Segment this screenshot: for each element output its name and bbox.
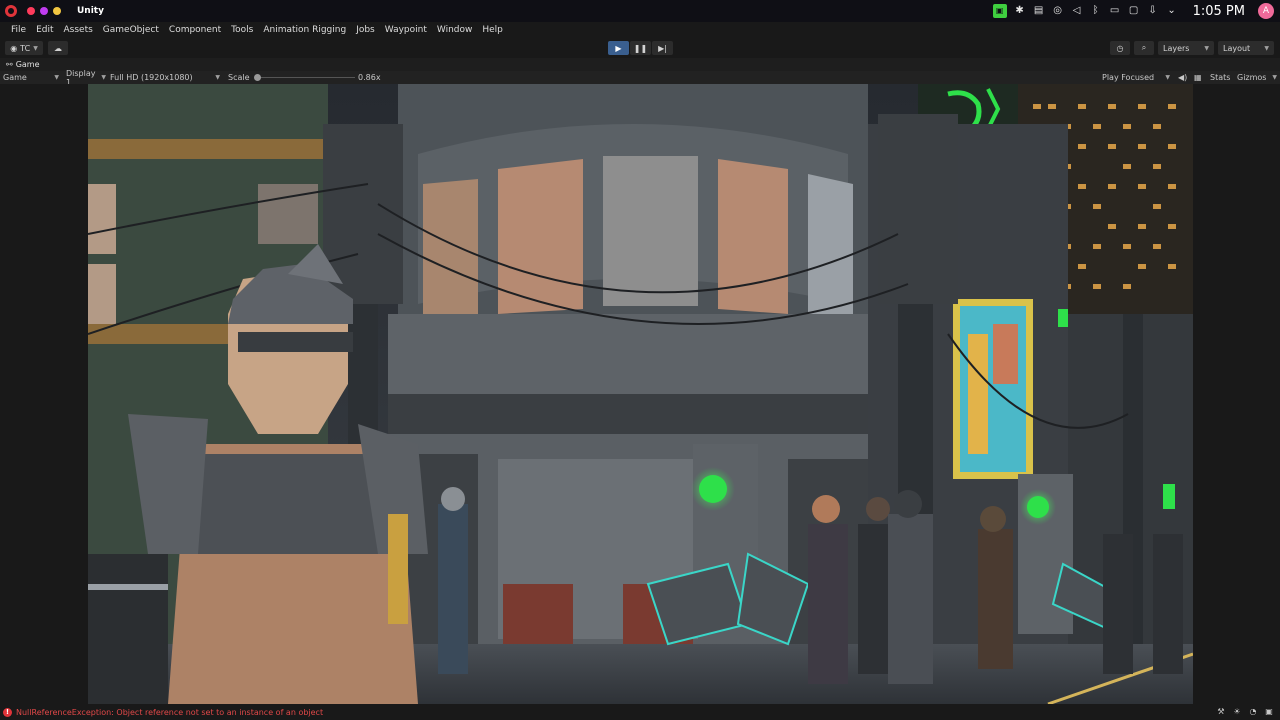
progress-icon[interactable]: ◔ <box>1248 707 1258 717</box>
chevron-down-icon: ▼ <box>1272 74 1277 81</box>
maximize-window-button[interactable] <box>40 7 48 15</box>
chevron-down-icon: ▼ <box>101 74 106 81</box>
chevron-down-icon: ▼ <box>215 74 220 81</box>
search-icon: ⌕ <box>1141 43 1147 52</box>
chevron-down-icon: ▼ <box>1204 44 1209 52</box>
toolbar-right: ◷ ⌕ Layers ▼ Layout ▼ <box>1110 41 1274 55</box>
steam-icon[interactable]: ✱ <box>1014 5 1026 17</box>
window-controls <box>27 7 61 15</box>
updates-icon[interactable]: ⇩ <box>1147 5 1159 17</box>
account-label: TC <box>20 43 31 53</box>
tray-expand-chevron-icon[interactable]: ⌄ <box>1166 5 1178 17</box>
console-error-message[interactable]: NullReferenceException: Object reference… <box>16 708 323 717</box>
account-icon: ◉ <box>10 43 18 53</box>
chevron-down-icon: ▼ <box>1264 44 1269 52</box>
clipboard-icon[interactable]: ▤ <box>1033 5 1045 17</box>
scale-slider-handle[interactable] <box>254 74 261 81</box>
system-tray: ▣ ✱ ▤ ◎ ◁ ᛒ ▭ ▢ ⇩ ⌄ 1:05 PM A <box>992 0 1280 22</box>
mute-audio-icon[interactable]: ◀) <box>1178 73 1187 82</box>
view-mode-dropdown[interactable]: Game ▼ <box>3 73 59 82</box>
play-icon: ▶ <box>615 43 622 53</box>
close-window-button[interactable] <box>27 7 35 15</box>
volume-icon[interactable]: ◁ <box>1071 5 1083 17</box>
layout-dropdown[interactable]: Layout ▼ <box>1218 41 1274 55</box>
menu-assets[interactable]: Assets <box>59 22 98 38</box>
window-title: Unity <box>77 6 104 16</box>
tab-game[interactable]: Game <box>16 60 40 69</box>
menu-edit[interactable]: Edit <box>31 22 58 38</box>
pause-icon: ❚❚ <box>633 43 648 53</box>
play-mode-label: Play Focused <box>1102 73 1155 82</box>
account-dropdown[interactable]: ◉ TC ▼ <box>5 41 43 55</box>
resolution-dropdown[interactable]: Full HD (1920x1080) ▼ <box>110 73 220 82</box>
step-icon: ▶| <box>658 43 667 53</box>
tray-app-icon[interactable]: ▣ <box>992 4 1007 18</box>
cloud-button[interactable]: ☁ <box>48 41 68 55</box>
pause-button[interactable]: ❚❚ <box>630 41 651 55</box>
layers-label: Layers <box>1163 43 1190 53</box>
title-bar: Unity ▣ ✱ ▤ ◎ ◁ ᛒ ▭ ▢ ⇩ ⌄ 1:05 PM A <box>0 0 1280 22</box>
display-icon[interactable]: ▢ <box>1128 5 1140 17</box>
vehicle <box>88 554 168 704</box>
user-avatar[interactable]: A <box>1258 3 1274 19</box>
menu-animation-rigging[interactable]: Animation Rigging <box>258 22 351 38</box>
gizmos-label: Gizmos <box>1237 73 1267 82</box>
scale-slider-track[interactable] <box>255 77 355 78</box>
menu-file[interactable]: File <box>6 22 31 38</box>
main-toolbar: ◉ TC ▼ ☁ ▶ ❚❚ ▶| ◷ ⌕ Layers ▼ Layout ▼ <box>0 38 1280 58</box>
distro-logo-icon[interactable] <box>5 5 17 17</box>
history-icon: ◷ <box>1116 43 1124 53</box>
menu-waypoint[interactable]: Waypoint <box>380 22 432 38</box>
game-scene <box>88 84 1193 704</box>
game-viewport[interactable] <box>88 84 1193 704</box>
play-mode-dropdown[interactable]: Play Focused ▼ <box>1102 73 1170 82</box>
system-clock[interactable]: 1:05 PM <box>1193 4 1245 19</box>
debug-mode-icon[interactable]: ⚒ <box>1216 707 1226 717</box>
game-view-controls: Game ▼ Display 1 ▼ Full HD (1920x1080) ▼… <box>0 69 1280 87</box>
menu-jobs[interactable]: Jobs <box>351 22 380 38</box>
play-controls: ▶ ❚❚ ▶| <box>608 41 673 55</box>
cloud-icon: ☁ <box>54 43 62 53</box>
bluetooth-icon[interactable]: ᛒ <box>1090 5 1102 17</box>
stats-button[interactable]: Stats <box>1210 73 1230 82</box>
notifications-icon[interactable]: ▣ <box>1264 707 1274 717</box>
search-button[interactable]: ⌕ <box>1134 41 1154 55</box>
layout-label: Layout <box>1223 43 1251 53</box>
menu-tools[interactable]: Tools <box>226 22 258 38</box>
gamepad-icon: ⚯ <box>6 60 13 69</box>
status-bar: ! NullReferenceException: Object referen… <box>0 704 1280 720</box>
minimize-window-button[interactable] <box>53 7 61 15</box>
view-mode-label: Game <box>3 73 27 82</box>
chevron-down-icon: ▼ <box>33 44 38 52</box>
chevron-down-icon: ▼ <box>54 74 59 81</box>
scale-label: Scale <box>228 73 250 82</box>
error-icon: ! <box>3 707 12 717</box>
play-button[interactable]: ▶ <box>608 41 629 55</box>
menu-gameobject[interactable]: GameObject <box>98 22 164 38</box>
menu-window[interactable]: Window <box>432 22 478 38</box>
chevron-down-icon: ▼ <box>1165 74 1170 81</box>
keyboard-shortcuts-icon[interactable]: ▦ <box>1194 73 1202 82</box>
menu-component[interactable]: Component <box>164 22 226 38</box>
status-icons: ⚒ ☀ ◔ ▣ <box>1216 707 1274 717</box>
gizmos-dropdown[interactable]: Gizmos ▼ <box>1237 73 1277 82</box>
undo-history-button[interactable]: ◷ <box>1110 41 1130 55</box>
resolution-label: Full HD (1920x1080) <box>110 73 193 82</box>
scale-value: 0.86x <box>358 73 381 82</box>
menu-bar: File Edit Assets GameObject Component To… <box>0 22 1280 38</box>
lighting-icon[interactable]: ☀ <box>1232 707 1242 717</box>
layers-dropdown[interactable]: Layers ▼ <box>1158 41 1214 55</box>
step-button[interactable]: ▶| <box>652 41 673 55</box>
game-view <box>0 84 1280 704</box>
discord-icon[interactable]: ◎ <box>1052 5 1064 17</box>
menu-help[interactable]: Help <box>477 22 508 38</box>
game-tab-row: ⚯ Game <box>0 58 1280 71</box>
network-icon[interactable]: ▭ <box>1109 5 1121 17</box>
